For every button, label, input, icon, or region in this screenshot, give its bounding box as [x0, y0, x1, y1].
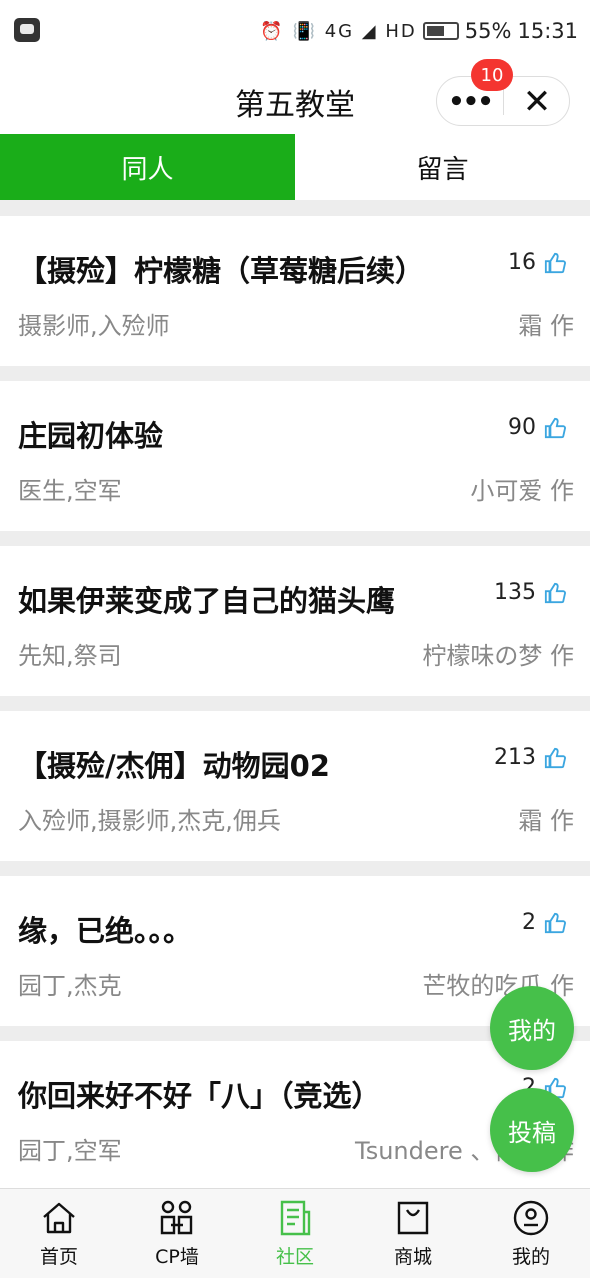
shop-bag-icon [397, 1201, 429, 1235]
community-icon [280, 1200, 311, 1236]
tab-bar: 同人 留言 [0, 134, 590, 200]
tabbar-item-community[interactable]: 社区 [236, 1189, 354, 1278]
like-count: 16 [508, 250, 536, 275]
post-tags: 先知,祭司 [18, 642, 122, 670]
submit-post-button[interactable]: 投稿 [490, 1088, 574, 1172]
like-count-group[interactable]: 90 [508, 415, 566, 440]
thumbs-up-icon [544, 252, 566, 273]
thumbs-up-icon [544, 747, 566, 768]
status-bar: ⏰ 📳 4G ◢ HD 55% 15:31 [0, 0, 590, 62]
tabbar-label: 商城 [393, 1246, 432, 1268]
thumbs-up-icon [544, 417, 566, 438]
home-icon [43, 1202, 75, 1234]
post-title: 缘，已绝。。。 [18, 914, 193, 948]
post-author: 小可爱 作 [470, 477, 574, 505]
post-title: 庄园初体验 [18, 419, 164, 453]
like-count: 2 [522, 910, 536, 935]
post-title: 你回来好不好「八」（竞选） [18, 1079, 381, 1113]
tabbar-item-cp-wall[interactable]: CP墙 [118, 1189, 236, 1278]
tabbar-label: 首页 [39, 1246, 78, 1268]
close-button[interactable]: ✕ [504, 77, 570, 127]
post-tags: 医生,空军 [18, 477, 122, 505]
post-title: 【摄殓/杰佣】动物园02 [18, 749, 330, 783]
like-count: 213 [494, 745, 536, 770]
post-tags: 园丁,杰克 [18, 972, 122, 1000]
post-tags: 摄影师,入殓师 [18, 312, 170, 340]
status-indicators: ⏰ 📳 4G ◢ HD 55% 15:31 [260, 14, 578, 48]
like-count-group[interactable]: 213 [494, 745, 566, 770]
battery-icon [422, 22, 459, 40]
like-count: 90 [508, 415, 536, 440]
like-count: 135 [494, 580, 536, 605]
post-card[interactable]: 如果伊莱变成了自己的猫头鹰 135 先知,祭司 柠檬味の梦 作 [0, 546, 590, 696]
thumbs-up-icon [544, 582, 566, 603]
post-title: 如果伊莱变成了自己的猫头鹰 [18, 584, 396, 618]
post-card[interactable]: 【摄殓/杰佣】动物园02 213 入殓师,摄影师,杰克,佣兵 霜 作 [0, 711, 590, 861]
battery-level: 55% [464, 19, 512, 43]
tabbar-item-shop[interactable]: 商城 [354, 1189, 472, 1278]
post-author: 霜 作 [518, 807, 574, 835]
clock: 15:31 [517, 19, 578, 43]
post-card[interactable]: 庄园初体验 90 医生,空军 小可爱 作 [0, 381, 590, 531]
notification-badge: 10 [471, 59, 513, 91]
like-count-group[interactable]: 2 [522, 910, 566, 935]
like-count-group[interactable]: 16 [508, 250, 566, 275]
cp-wall-icon [160, 1200, 193, 1235]
tabbar-label: CP墙 [155, 1246, 199, 1268]
post-tags: 入殓师,摄影师,杰克,佣兵 [18, 807, 281, 835]
tab-messages[interactable]: 留言 [295, 134, 590, 200]
bottom-tab-bar: 首页 CP墙 社区 商城 我的 [0, 1188, 590, 1278]
tabbar-item-profile[interactable]: 我的 [472, 1189, 590, 1278]
post-title: 【摄殓】柠檬糖（草莓糖后续） [18, 254, 425, 288]
tabbar-label: 社区 [275, 1246, 314, 1268]
profile-icon [513, 1200, 549, 1236]
thumbs-up-icon [544, 912, 566, 933]
status-icons: ⏰ 📳 4G ◢ HD [260, 20, 417, 42]
tabbar-item-home[interactable]: 首页 [0, 1189, 118, 1278]
post-tags: 园丁,空军 [18, 1137, 122, 1165]
app-notification-icon [14, 18, 40, 42]
like-count-group[interactable]: 135 [494, 580, 566, 605]
post-card[interactable]: 【摄殓】柠檬糖（草莓糖后续） 16 摄影师,入殓师 霜 作 [0, 216, 590, 366]
tabbar-label: 我的 [511, 1246, 550, 1268]
my-posts-button[interactable]: 我的 [490, 986, 574, 1070]
post-author: 霜 作 [518, 312, 574, 340]
post-author: 柠檬味の梦 作 [422, 642, 574, 670]
tab-fanworks[interactable]: 同人 [0, 134, 295, 200]
